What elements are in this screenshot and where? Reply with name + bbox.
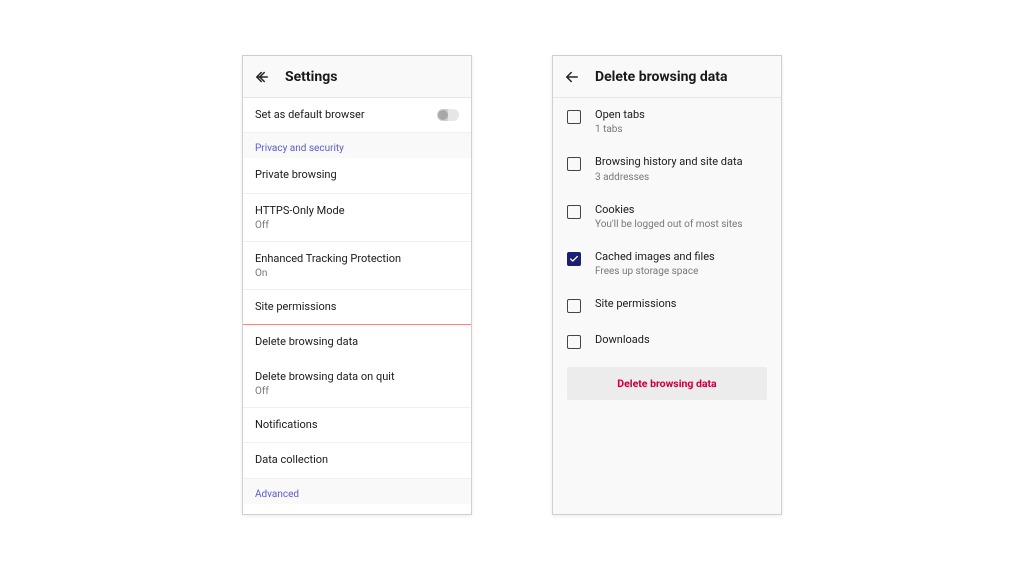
option-5[interactable]: Downloads <box>553 323 781 359</box>
header: Delete browsing data <box>553 56 781 98</box>
header: Settings <box>243 56 471 98</box>
row-https-only[interactable]: HTTPS-Only Mode Off <box>243 194 471 242</box>
row-site-permissions[interactable]: Site permissions <box>243 290 471 325</box>
option-2[interactable]: Cookies You'll be logged out of most site… <box>553 193 781 240</box>
back-icon[interactable] <box>563 68 581 86</box>
label-delete-on-quit: Delete browsing data on quit <box>255 370 459 384</box>
label-etp: Enhanced Tracking Protection <box>255 252 459 266</box>
checkbox-icon[interactable] <box>567 252 581 266</box>
option-label: Open tabs <box>595 108 767 122</box>
row-delete-browsing-data[interactable]: Delete browsing data <box>243 324 471 360</box>
option-label: Cached images and files <box>595 250 767 264</box>
row-delete-on-quit[interactable]: Delete browsing data on quit Off <box>243 360 471 408</box>
settings-screen: Settings Set as default browser Privacy … <box>242 55 472 515</box>
label-data-collection: Data collection <box>255 453 459 467</box>
sub-etp: On <box>255 268 459 279</box>
label-https-only: HTTPS-Only Mode <box>255 204 459 218</box>
delete-data-screen: Delete browsing data Open tabs 1 tabs Brow… <box>552 55 782 515</box>
checkbox-icon[interactable] <box>567 335 581 349</box>
option-label: Cookies <box>595 203 767 217</box>
section-privacy: Privacy and security <box>243 133 471 158</box>
sub-https-only: Off <box>255 220 459 231</box>
option-sub: You'll be logged out of most sites <box>595 219 767 230</box>
label-private-browsing: Private browsing <box>255 168 459 182</box>
label-site-permissions: Site permissions <box>255 300 459 314</box>
option-4[interactable]: Site permissions <box>553 287 781 323</box>
label-notifications: Notifications <box>255 418 459 432</box>
option-1[interactable]: Browsing history and site data 3 addresse… <box>553 145 781 192</box>
sub-delete-on-quit: Off <box>255 386 459 397</box>
label-delete-browsing: Delete browsing data <box>255 335 459 349</box>
row-etp[interactable]: Enhanced Tracking Protection On <box>243 242 471 290</box>
label-default-browser: Set as default browser <box>255 108 437 122</box>
section-advanced: Advanced <box>243 479 471 504</box>
delete-button[interactable]: Delete browsing data <box>567 367 767 400</box>
option-sub: 3 addresses <box>595 172 767 183</box>
option-label: Site permissions <box>595 297 767 311</box>
row-default-browser[interactable]: Set as default browser <box>243 98 471 133</box>
row-notifications[interactable]: Notifications <box>243 408 471 443</box>
checkbox-icon[interactable] <box>567 205 581 219</box>
toggle-default-browser[interactable] <box>437 109 459 121</box>
row-addons[interactable]: Add-ons <box>243 504 471 514</box>
row-data-collection[interactable]: Data collection <box>243 443 471 478</box>
option-sub: 1 tabs <box>595 124 767 135</box>
settings-list[interactable]: Set as default browser Privacy and secur… <box>243 98 471 514</box>
option-sub: Frees up storage space <box>595 266 767 277</box>
option-0[interactable]: Open tabs 1 tabs <box>553 98 781 145</box>
option-3[interactable]: Cached images and files Frees up storage … <box>553 240 781 287</box>
checkbox-icon[interactable] <box>567 299 581 313</box>
option-label: Downloads <box>595 333 767 347</box>
delete-options[interactable]: Open tabs 1 tabs Browsing history and site… <box>553 98 781 514</box>
checkbox-icon[interactable] <box>567 157 581 171</box>
row-private-browsing[interactable]: Private browsing <box>243 158 471 193</box>
back-icon[interactable] <box>253 68 271 86</box>
page-title: Delete browsing data <box>595 69 728 85</box>
page-title: Settings <box>285 69 337 85</box>
option-label: Browsing history and site data <box>595 155 767 169</box>
checkbox-icon[interactable] <box>567 110 581 124</box>
